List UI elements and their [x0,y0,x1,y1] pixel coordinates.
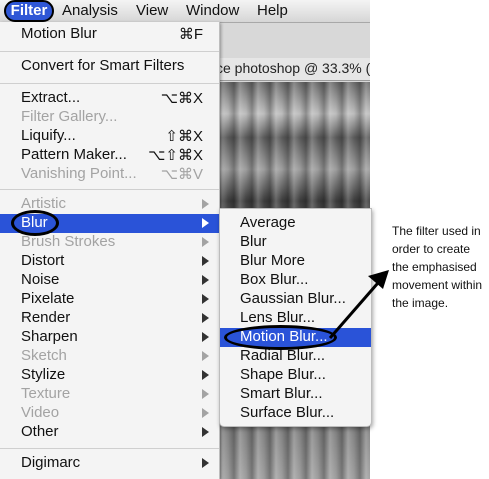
menu-item-label: Digimarc [21,454,81,471]
menu-item-label: Filter Gallery... [21,108,118,125]
shortcut-label: ⌥⌘X [160,90,203,107]
menu-item-label: Render [21,309,71,326]
menu-item-label: Texture [21,385,71,402]
submenu-item-shape-blur[interactable]: Shape Blur... [220,366,371,385]
menu-item-label: Artistic [21,195,66,212]
shortcut-label: ⌥⌘V [160,166,203,183]
menu-item-label: Video [21,404,60,421]
menu-separator [0,83,219,84]
menu-separator [0,189,219,190]
submenu-item-smart-blur[interactable]: Smart Blur... [220,385,371,404]
shortcut-label: ⌘F [178,26,203,43]
menu-item-video: Video [0,404,219,423]
menu-separator [0,51,219,52]
motion-blur-highlight-circle [224,325,337,350]
submenu-item-label: Shape Blur... [240,366,326,383]
menu-item-label: Convert for Smart Filters [21,57,185,74]
submenu-item-label: Gaussian Blur... [240,290,346,307]
menu-item-distort[interactable]: Distort [0,252,219,271]
document-tab-bar: ce photoshop @ 33.3% ( [210,58,370,81]
submenu-arrow-icon [202,237,209,247]
menu-item-digimarc[interactable]: Digimarc [0,454,219,473]
submenu-arrow-icon [202,427,209,437]
menu-item-convert-smart-filters[interactable]: Convert for Smart Filters [0,57,219,76]
submenu-item-radial-blur[interactable]: Radial Blur... [220,347,371,366]
menu-item-texture: Texture [0,385,219,404]
menu-item-render[interactable]: Render [0,309,219,328]
submenu-item-box-blur[interactable]: Box Blur... [220,271,371,290]
menu-item-pattern-maker[interactable]: Pattern Maker... ⌥⇧⌘X [0,146,219,165]
submenu-arrow-icon [202,389,209,399]
submenu-item-label: Average [240,214,296,231]
menu-view[interactable]: View [136,2,168,19]
blur-submenu: Average Blur Blur More Box Blur... Gauss… [219,208,372,427]
menu-item-filter-gallery: Filter Gallery... [0,108,219,127]
filter-menu: Motion Blur ⌘F Convert for Smart Filters… [0,22,220,479]
submenu-arrow-icon [202,370,209,380]
menu-item-label: Sketch [21,347,67,364]
submenu-item-gaussian-blur[interactable]: Gaussian Blur... [220,290,371,309]
menu-item-liquify[interactable]: Liquify... ⇧⌘X [0,127,219,146]
submenu-item-average[interactable]: Average [220,214,371,233]
menu-item-sharpen[interactable]: Sharpen [0,328,219,347]
menu-item-vanishing-point: Vanishing Point... ⌥⌘V [0,165,219,184]
menu-item-label: Noise [21,271,60,288]
menu-analysis[interactable]: Analysis [62,2,118,19]
menu-item-label: Extract... [21,89,81,106]
menu-item-extract[interactable]: Extract... ⌥⌘X [0,89,219,108]
menu-item-label: Liquify... [21,127,76,144]
document-tab[interactable]: ce photoshop @ 33.3% ( [216,60,370,76]
menu-item-label: Motion Blur [21,25,97,42]
menu-item-pixelate[interactable]: Pixelate [0,290,219,309]
submenu-arrow-icon [202,199,209,209]
submenu-arrow-icon [202,218,209,228]
menu-item-label: Stylize [21,366,66,383]
menu-separator [0,448,219,449]
submenu-item-label: Smart Blur... [240,385,323,402]
submenu-arrow-icon [202,313,209,323]
menu-help[interactable]: Help [257,2,288,19]
menu-item-motion-blur-last[interactable]: Motion Blur ⌘F [0,25,219,44]
shortcut-label: ⇧⌘X [165,128,203,145]
menu-window[interactable]: Window [186,2,239,19]
annotation-text: The filter used in order to create the e… [392,224,483,310]
submenu-item-blur-more[interactable]: Blur More [220,252,371,271]
menu-filter[interactable]: Filter [4,0,54,22]
submenu-item-label: Surface Blur... [240,404,335,421]
menu-item-label: Vanishing Point... [21,165,137,182]
shortcut-label: ⌥⇧⌘X [148,147,203,164]
menu-item-label: Sharpen [21,328,78,345]
menu-item-other[interactable]: Other [0,423,219,442]
menu-item-stylize[interactable]: Stylize [0,366,219,385]
menu-item-sketch: Sketch [0,347,219,366]
submenu-arrow-icon [202,294,209,304]
submenu-arrow-icon [202,408,209,418]
submenu-arrow-icon [202,275,209,285]
submenu-item-label: Lens Blur... [240,309,316,326]
submenu-item-label: Blur [240,233,267,250]
submenu-arrow-icon [202,256,209,266]
submenu-arrow-icon [202,458,209,468]
menu-item-label: Pixelate [21,290,75,307]
menu-item-label: Other [21,423,59,440]
submenu-item-label: Blur More [240,252,306,269]
menu-item-label: Pattern Maker... [21,146,127,163]
submenu-item-label: Box Blur... [240,271,309,288]
blur-highlight-circle [11,210,59,236]
submenu-item-blur[interactable]: Blur [220,233,371,252]
submenu-item-surface-blur[interactable]: Surface Blur... [220,404,371,423]
menu-item-label: Distort [21,252,65,269]
menu-bar: Filter Analysis View Window Help [0,0,370,23]
submenu-arrow-icon [202,351,209,361]
menu-item-noise[interactable]: Noise [0,271,219,290]
submenu-arrow-icon [202,332,209,342]
